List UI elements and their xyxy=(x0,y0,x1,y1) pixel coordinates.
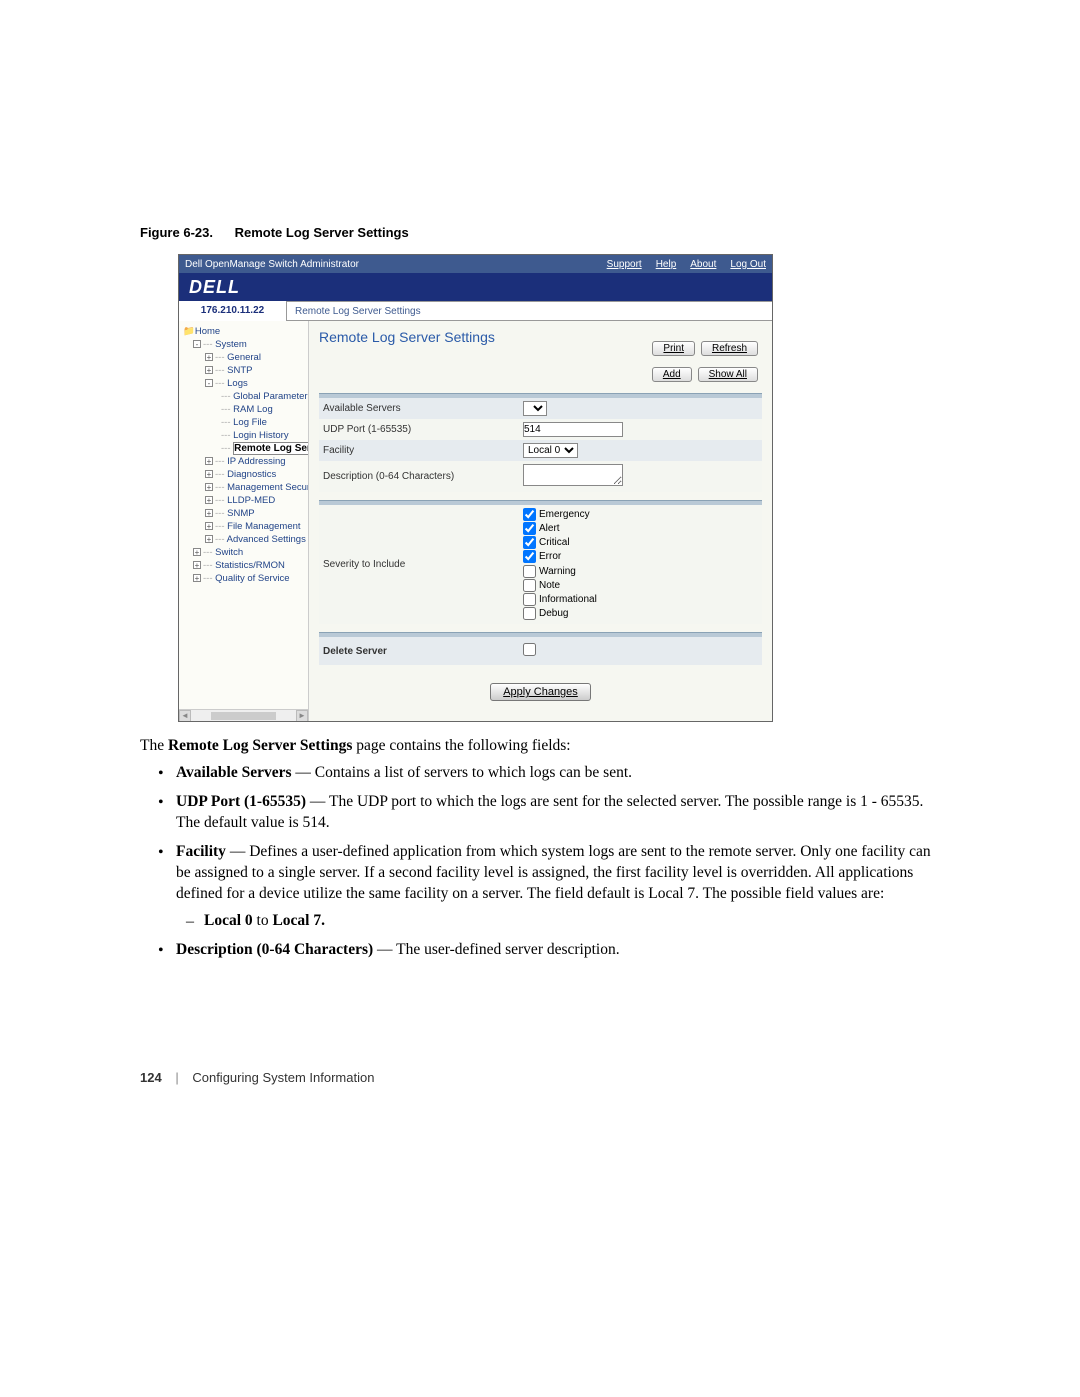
udp-port-label: UDP Port (1-65535) xyxy=(319,419,519,440)
breadcrumb: Remote Log Server Settings xyxy=(287,306,421,317)
tree-lldp-med[interactable]: LLDP-MED xyxy=(227,495,275,506)
expand-icon[interactable]: + xyxy=(193,561,201,569)
window-titlebar: Dell OpenManage Switch Administrator Sup… xyxy=(179,255,772,273)
tree-switch[interactable]: Switch xyxy=(215,547,243,558)
facility-select[interactable]: Local 0 xyxy=(523,443,578,458)
page-footer: 124 | Configuring System Information xyxy=(140,1070,374,1085)
screenshot: Dell OpenManage Switch Administrator Sup… xyxy=(178,254,773,722)
bullet-description: Description (0-64 Characters) — The user… xyxy=(176,940,940,961)
device-ip: 176.210.11.22 xyxy=(179,301,287,321)
tree-file-mgmt[interactable]: File Management xyxy=(227,521,300,532)
window-title: Dell OpenManage Switch Administrator xyxy=(185,259,359,270)
show-all-button[interactable]: Show All xyxy=(698,367,758,382)
severity-debug-checkbox[interactable] xyxy=(523,607,536,620)
horizontal-scrollbar[interactable]: ◄ ► xyxy=(179,709,308,721)
description-label: Description (0-64 Characters) xyxy=(319,461,519,492)
severity-error-checkbox[interactable] xyxy=(523,550,536,563)
collapse-icon[interactable]: - xyxy=(205,379,213,387)
tree-diagnostics[interactable]: Diagnostics xyxy=(227,469,276,480)
refresh-button[interactable]: Refresh xyxy=(701,341,758,356)
udp-port-input[interactable] xyxy=(523,422,623,437)
severity-group: Emergency Alert Critical Error Warning N… xyxy=(519,505,762,624)
collapse-icon[interactable]: - xyxy=(193,340,201,348)
tree-remote-log-server[interactable]: Remote Log Serve xyxy=(233,442,309,455)
tree-global-params[interactable]: Global Parameters xyxy=(233,391,309,402)
severity-note-checkbox[interactable] xyxy=(523,579,536,592)
apply-changes-button[interactable]: Apply Changes xyxy=(490,683,591,701)
bullet-local-range: Local 0 to Local 7. xyxy=(204,911,940,932)
severity-warning-checkbox[interactable] xyxy=(523,565,536,578)
nav-logout[interactable]: Log Out xyxy=(730,259,766,270)
expand-icon[interactable]: + xyxy=(205,353,213,361)
expand-icon[interactable]: + xyxy=(205,366,213,374)
tree-ip-addressing[interactable]: IP Addressing xyxy=(227,456,285,467)
dell-logo: DELL xyxy=(189,277,240,298)
expand-icon[interactable]: + xyxy=(193,548,201,556)
expand-icon[interactable]: + xyxy=(193,574,201,582)
settings-table: Available Servers UDP Port (1-65535) Fac… xyxy=(319,398,762,492)
expand-icon[interactable]: + xyxy=(205,535,213,543)
severity-emergency-checkbox[interactable] xyxy=(523,508,536,521)
document-body: The Remote Log Server Settings page cont… xyxy=(140,736,940,960)
nav-sidebar: 📁Home ---- System +--- General +--- SNTP… xyxy=(179,321,309,721)
tree-home[interactable]: Home xyxy=(195,326,220,337)
expand-icon[interactable]: + xyxy=(205,483,213,491)
severity-alert-checkbox[interactable] xyxy=(523,522,536,535)
expand-icon[interactable]: + xyxy=(205,522,213,530)
figure-caption: Figure 6-23. Remote Log Server Settings xyxy=(140,225,940,240)
expand-icon[interactable]: + xyxy=(205,457,213,465)
tree-general[interactable]: General xyxy=(227,352,261,363)
expand-icon[interactable]: + xyxy=(205,509,213,517)
tree-log-file[interactable]: Log File xyxy=(233,417,267,428)
bullet-udp-port: UDP Port (1-65535) — The UDP port to whi… xyxy=(176,792,940,834)
severity-critical-checkbox[interactable] xyxy=(523,536,536,549)
scroll-thumb[interactable] xyxy=(211,712,276,720)
available-servers-label: Available Servers xyxy=(319,398,519,419)
tree-login-history[interactable]: Login History xyxy=(233,430,288,441)
severity-informational-checkbox[interactable] xyxy=(523,593,536,606)
bullet-available-servers: Available Servers — Contains a list of s… xyxy=(176,763,940,784)
folder-icon: 📁 xyxy=(183,326,195,337)
scroll-right-icon[interactable]: ► xyxy=(296,710,308,722)
tree-sntp[interactable]: SNTP xyxy=(227,365,252,376)
available-servers-select[interactable] xyxy=(523,401,547,416)
breadcrumb-row: 176.210.11.22 Remote Log Server Settings xyxy=(179,301,772,321)
tree-ram-log[interactable]: RAM Log xyxy=(233,404,273,415)
tree-system[interactable]: System xyxy=(215,339,247,350)
tree-adv-settings[interactable]: Advanced Settings xyxy=(227,534,306,545)
tree-stats-rmon[interactable]: Statistics/RMON xyxy=(215,560,285,571)
figure-number: Figure 6-23. xyxy=(140,225,213,240)
facility-label: Facility xyxy=(319,440,519,461)
print-button[interactable]: Print xyxy=(652,341,695,356)
page-number: 124 xyxy=(140,1070,162,1085)
nav-about[interactable]: About xyxy=(690,259,716,270)
main-panel: Remote Log Server Settings Print Refresh… xyxy=(309,321,772,721)
tree-qos[interactable]: Quality of Service xyxy=(215,573,289,584)
bullet-facility: Facility — Defines a user-defined applic… xyxy=(176,842,940,932)
brand-bar: DELL xyxy=(179,273,772,301)
tree-logs[interactable]: Logs xyxy=(227,378,248,389)
nav-support[interactable]: Support xyxy=(607,259,642,270)
severity-label: Severity to Include xyxy=(319,505,519,624)
expand-icon[interactable]: + xyxy=(205,470,213,478)
scroll-left-icon[interactable]: ◄ xyxy=(179,710,191,722)
tree-mgmt-security[interactable]: Management Security xyxy=(227,482,309,493)
nav-tree[interactable]: 📁Home ---- System +--- General +--- SNTP… xyxy=(181,325,306,585)
delete-server-label: Delete Server xyxy=(319,637,519,665)
description-textarea[interactable] xyxy=(523,464,623,486)
nav-help[interactable]: Help xyxy=(656,259,677,270)
footer-section: Configuring System Information xyxy=(192,1070,374,1085)
expand-icon[interactable]: + xyxy=(205,496,213,504)
add-button[interactable]: Add xyxy=(652,367,692,382)
figure-title: Remote Log Server Settings xyxy=(235,225,409,240)
tree-snmp[interactable]: SNMP xyxy=(227,508,254,519)
delete-server-checkbox[interactable] xyxy=(523,643,536,656)
